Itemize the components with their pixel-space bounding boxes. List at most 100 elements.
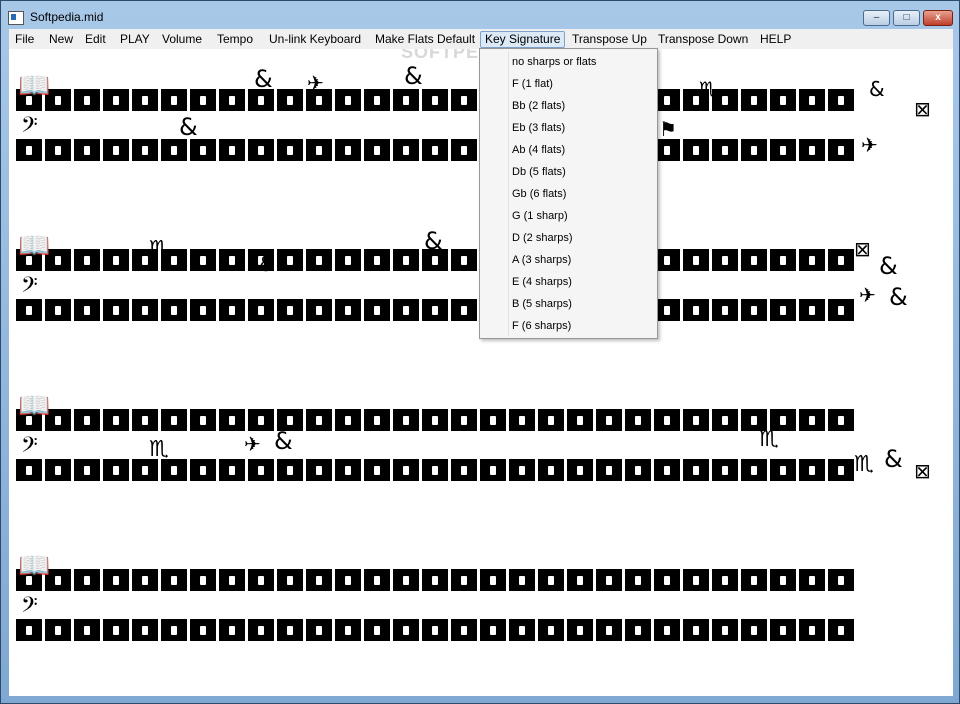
menu-option-db-5-flats[interactable]: Db (5 flats) — [512, 162, 566, 182]
clef-icon: 𝄢 — [21, 113, 38, 143]
menu-key-signature[interactable]: Key Signature — [480, 31, 566, 48]
note-glyph — [74, 409, 100, 431]
menu-option-bb-2-flats[interactable]: Bb (2 flats) — [512, 96, 565, 116]
note-glyph — [741, 89, 767, 111]
menu-option-b-5-sharps[interactable]: B (5 sharps) — [512, 294, 572, 314]
note-glyph — [364, 89, 390, 111]
note-glyph — [74, 299, 100, 321]
note-glyph — [161, 569, 187, 591]
note-glyph — [422, 619, 448, 641]
note-glyph — [335, 619, 361, 641]
note-glyph — [451, 409, 477, 431]
app-icon[interactable] — [8, 11, 24, 25]
note-glyph — [277, 569, 303, 591]
note-glyph — [654, 569, 680, 591]
minimize-button[interactable]: – — [863, 10, 890, 26]
note-glyph — [422, 89, 448, 111]
menu-option-gb-6-flats[interactable]: Gb (6 flats) — [512, 184, 566, 204]
note-glyph — [538, 619, 564, 641]
note-glyph — [422, 569, 448, 591]
note-glyph — [770, 619, 796, 641]
ampersand-icon: & — [869, 77, 885, 101]
note-glyph — [190, 249, 216, 271]
close-button[interactable]: x — [923, 10, 953, 26]
menu-option-f-1-flat[interactable]: F (1 flat) — [512, 74, 553, 94]
note-glyph — [190, 139, 216, 161]
menu-option-d-2-sharps[interactable]: D (2 sharps) — [512, 228, 573, 248]
note-glyph — [393, 619, 419, 641]
note-glyph — [364, 569, 390, 591]
note-glyph — [770, 139, 796, 161]
menu-option-eb-3-flats[interactable]: Eb (3 flats) — [512, 118, 565, 138]
note-glyph — [132, 569, 158, 591]
note-glyph — [335, 409, 361, 431]
note-glyph — [190, 89, 216, 111]
note-glyph — [799, 569, 825, 591]
scorpio-icon: ♏ — [699, 77, 717, 101]
menu-tempo[interactable]: Tempo — [213, 31, 257, 48]
note-glyph — [480, 459, 506, 481]
note-glyph — [741, 249, 767, 271]
menu-option-f-6-sharps[interactable]: F (6 sharps) — [512, 316, 571, 336]
title-bar[interactable]: Softpedia.mid – □ x — [1, 1, 959, 31]
menu-option-e-4-sharps[interactable]: E (4 sharps) — [512, 272, 572, 292]
note-glyph — [596, 619, 622, 641]
note-glyph — [277, 619, 303, 641]
note-glyph — [451, 89, 477, 111]
note-glyph — [132, 619, 158, 641]
note-glyph — [45, 299, 71, 321]
menu-edit[interactable]: Edit — [81, 31, 110, 48]
book-icon: 📖 — [18, 391, 51, 421]
note-glyph — [74, 459, 100, 481]
note-glyph — [74, 569, 100, 591]
menu-option-a-3-sharps[interactable]: A (3 sharps) — [512, 250, 571, 270]
note-glyph — [596, 459, 622, 481]
note-glyph — [625, 619, 651, 641]
menu-option-g-1-sharp[interactable]: G (1 sharp) — [512, 206, 568, 226]
note-glyph — [161, 409, 187, 431]
key-signature-dropdown: no sharps or flats F (1 flat) Bb (2 flat… — [479, 48, 658, 339]
note-glyph — [596, 409, 622, 431]
note-glyph — [480, 569, 506, 591]
menu-make-flats-default[interactable]: Make Flats Default — [371, 31, 479, 48]
menu-play[interactable]: PLAY — [116, 31, 154, 48]
menu-transpose-down[interactable]: Transpose Down — [654, 31, 752, 48]
app-window: Softpedia.mid – □ x File New Edit PLAY V… — [0, 0, 960, 704]
book-icon: 📖 — [18, 551, 51, 581]
menu-help[interactable]: HELP — [756, 31, 795, 48]
note-glyph — [828, 619, 854, 641]
note-glyph — [161, 619, 187, 641]
menu-option-ab-4-flats[interactable]: Ab (4 flats) — [512, 140, 565, 160]
note-glyph — [799, 459, 825, 481]
note-glyph — [683, 139, 709, 161]
menu-option-no-sharps-or-flats[interactable]: no sharps or flats — [512, 52, 596, 72]
note-glyph — [364, 459, 390, 481]
menu-file[interactable]: File — [11, 31, 38, 48]
box-icon: ⊠ — [914, 97, 931, 121]
note-glyph — [741, 139, 767, 161]
note-glyph — [741, 459, 767, 481]
note-glyph — [103, 409, 129, 431]
menu-new[interactable]: New — [45, 31, 77, 48]
note-glyph — [248, 299, 274, 321]
note-glyph — [364, 139, 390, 161]
note-glyph — [45, 459, 71, 481]
staff-row — [16, 139, 856, 161]
note-glyph — [538, 459, 564, 481]
menu-volume[interactable]: Volume — [158, 31, 206, 48]
ampersand-icon: & — [179, 113, 198, 141]
note-glyph — [219, 569, 245, 591]
note-glyph — [451, 299, 477, 321]
note-glyph — [712, 569, 738, 591]
menu-transpose-up[interactable]: Transpose Up — [568, 31, 651, 48]
note-glyph — [306, 299, 332, 321]
note-glyph — [103, 459, 129, 481]
note-glyph — [422, 409, 448, 431]
maximize-button[interactable]: □ — [893, 10, 920, 26]
note-glyph — [828, 139, 854, 161]
note-glyph — [654, 409, 680, 431]
menu-unlink-keyboard[interactable]: Un-link Keyboard — [265, 31, 365, 48]
note-glyph — [422, 459, 448, 481]
note-glyph — [132, 139, 158, 161]
note-glyph — [393, 459, 419, 481]
